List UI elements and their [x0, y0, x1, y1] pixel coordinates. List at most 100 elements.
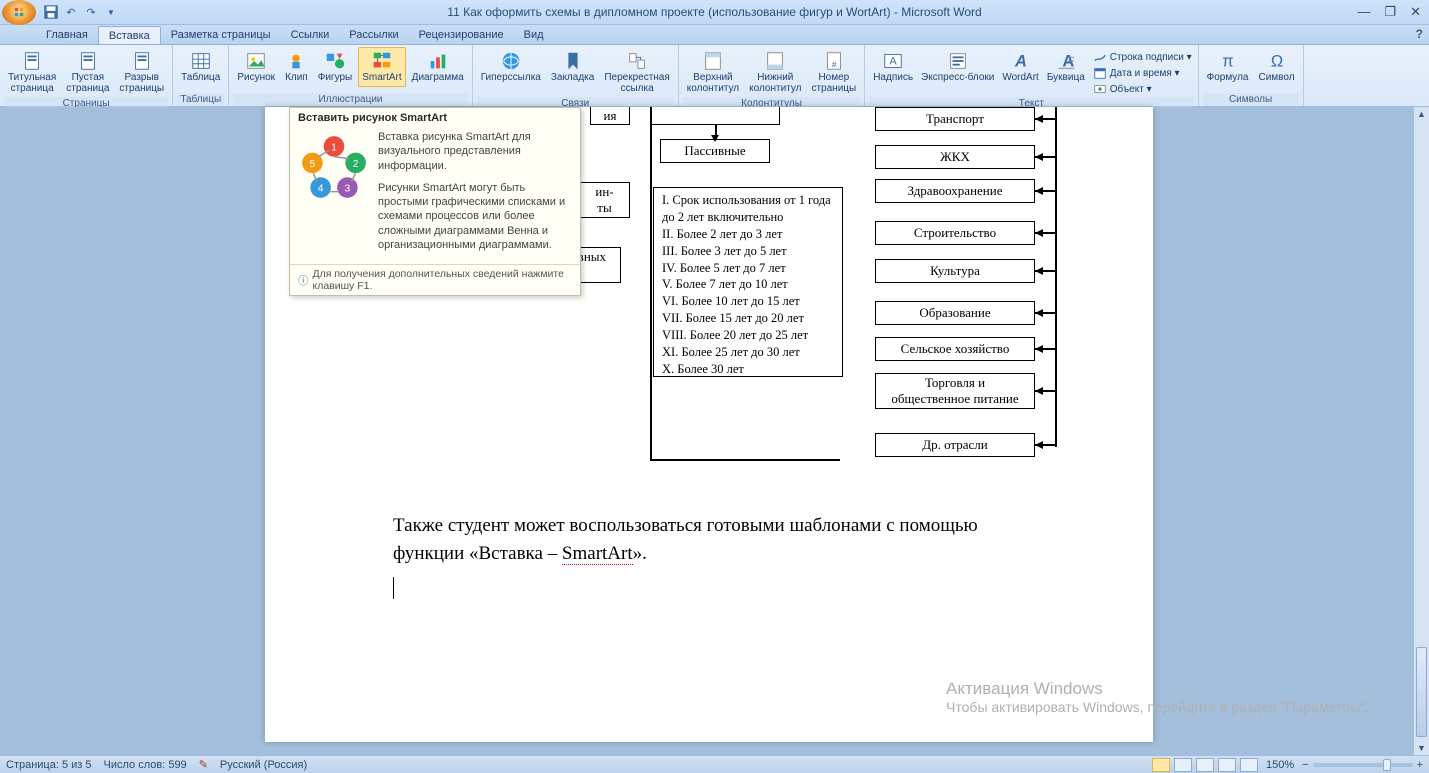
diagram-box: ЖКХ: [875, 145, 1035, 169]
para-wavy: SmartArt: [562, 543, 633, 565]
maximize-button[interactable]: ❐: [1384, 4, 1396, 20]
фигуры-button[interactable]: Фигуры: [314, 47, 356, 87]
button-label: Рисунок: [237, 73, 275, 84]
таблица-button[interactable]: Таблица: [177, 47, 224, 87]
титульная-button[interactable]: Титульнаястраница: [4, 47, 60, 97]
group-pages: Титульнаястраница Пустаястраница Разрывстр…: [0, 45, 173, 106]
quick-icon: [947, 50, 969, 72]
para-end: ».: [633, 543, 647, 564]
diagram-line: [650, 107, 652, 459]
scroll-up-icon[interactable]: ▲: [1414, 107, 1429, 121]
button-label: Символ: [1258, 73, 1294, 84]
закладка-button[interactable]: Закладка: [547, 47, 598, 87]
group-text: AНадписьЭкспресс-блокиAWordArtAБуквица С…: [865, 45, 1198, 106]
пустая-button[interactable]: Пустаястраница: [62, 47, 113, 97]
zoom-slider[interactable]: [1313, 763, 1413, 767]
group-tables: Таблица Таблицы: [173, 45, 229, 106]
button-label: Перекрестнаяссылка: [604, 73, 669, 94]
group-illustrations: Рисунок Клип Фигуры SmartArtДиаграмма Иллюс…: [229, 45, 472, 106]
tab-разметка-страницы[interactable]: Разметка страницы: [161, 26, 281, 44]
title-bar: ↶ ↷ ▼ 11 Как оформить схемы в дипломном …: [0, 0, 1429, 25]
дата-и-время-button[interactable]: Дата и время ▾: [1091, 65, 1194, 81]
shapes-icon: [324, 50, 346, 72]
redo-icon[interactable]: ↷: [82, 3, 100, 21]
close-button[interactable]: ✕: [1410, 4, 1421, 20]
vertical-scrollbar[interactable]: ▲ ▼: [1413, 107, 1429, 755]
diagram-box: Сельское хозяйство: [875, 337, 1035, 361]
dropcap-icon: A: [1055, 50, 1077, 72]
wordart-button[interactable]: AWordArt: [998, 47, 1043, 87]
tab-ссылки[interactable]: Ссылки: [281, 26, 340, 44]
верхний-button[interactable]: Верхнийколонтитул: [683, 47, 743, 97]
smartart-button[interactable]: SmartArt: [358, 47, 405, 87]
status-language[interactable]: Русский (Россия): [220, 759, 307, 771]
view-web[interactable]: [1196, 758, 1214, 772]
proofing-icon[interactable]: ✎: [199, 758, 208, 771]
scroll-thumb[interactable]: [1416, 647, 1427, 737]
svg-text:5: 5: [310, 159, 316, 170]
button-label: Фигуры: [318, 73, 352, 84]
button-label: Номерстраницы: [811, 73, 856, 94]
tab-рассылки[interactable]: Рассылки: [339, 26, 408, 44]
рисунок-button[interactable]: Рисунок: [233, 47, 279, 87]
group-symbols: πФормулаΩСимвол Символы: [1199, 45, 1304, 106]
link-icon: [500, 50, 522, 72]
arrow-left-icon: [1035, 115, 1043, 123]
клип-button[interactable]: Клип: [281, 47, 312, 87]
номер-button[interactable]: #Номерстраницы: [807, 47, 860, 97]
status-page[interactable]: Страница: 5 из 5: [6, 759, 92, 771]
button-label: Пустаястраница: [66, 73, 109, 94]
формула-button[interactable]: πФормула: [1203, 47, 1253, 87]
view-draft[interactable]: [1240, 758, 1258, 772]
view-print-layout[interactable]: [1152, 758, 1170, 772]
diagram-box: ия: [590, 107, 630, 125]
diagram-line: [650, 459, 840, 461]
office-button[interactable]: [2, 0, 36, 25]
undo-icon[interactable]: ↶: [62, 3, 80, 21]
save-icon[interactable]: [42, 3, 60, 21]
символ-button[interactable]: ΩСимвол: [1254, 47, 1298, 87]
объект-button[interactable]: Объект ▾: [1091, 81, 1194, 97]
group-links: ГиперссылкаЗакладкаПерекрестнаяссылка Св…: [473, 45, 679, 106]
гиперссылка-button[interactable]: Гиперссылка: [477, 47, 545, 87]
view-outline[interactable]: [1218, 758, 1236, 772]
zoom-out-button[interactable]: −: [1302, 759, 1308, 771]
буквица-button[interactable]: AБуквица: [1043, 47, 1089, 87]
qat-dropdown-icon[interactable]: ▼: [102, 3, 120, 21]
нижний-button[interactable]: Нижнийколонтитул: [745, 47, 805, 97]
document-area: ияин-тыПрочие объекты основныхсредствПас…: [0, 107, 1429, 755]
tab-вид[interactable]: Вид: [514, 26, 554, 44]
group-label: Иллюстрации: [233, 93, 467, 106]
view-full-reading[interactable]: [1174, 758, 1192, 772]
button-label: Буквица: [1047, 73, 1085, 84]
zoom-in-button[interactable]: +: [1417, 759, 1423, 771]
svg-text:π: π: [1222, 53, 1233, 71]
диаграмма-button[interactable]: Диаграмма: [408, 47, 468, 87]
надпись-button[interactable]: AНадпись: [869, 47, 917, 87]
help-icon[interactable]: ?: [1416, 27, 1423, 41]
diagram-box: Здравоохранение: [875, 179, 1035, 203]
zoom-slider-thumb[interactable]: [1383, 759, 1391, 771]
diagram-box: Строительство: [875, 221, 1035, 245]
tab-вставка[interactable]: Вставка: [98, 26, 161, 44]
para-text: Также студент может воспользоваться гото…: [393, 515, 978, 564]
minimize-button[interactable]: —: [1357, 4, 1370, 20]
разрыв-button[interactable]: Разрывстраницы: [115, 47, 168, 97]
arrow-left-icon: [1035, 187, 1043, 195]
svg-text:1: 1: [331, 143, 337, 154]
tab-главная[interactable]: Главная: [36, 26, 98, 44]
diagram-box: Торговля иобщественное питание: [875, 373, 1035, 409]
zoom-level[interactable]: 150%: [1266, 759, 1294, 771]
smart-icon: [371, 50, 393, 72]
tab-рецензирование[interactable]: Рецензирование: [409, 26, 514, 44]
diagram-box: Пассивные: [660, 139, 770, 163]
scroll-down-icon[interactable]: ▼: [1414, 741, 1429, 755]
перекрестная-button[interactable]: Перекрестнаяссылка: [600, 47, 673, 97]
экспресс-блоки-button[interactable]: Экспресс-блоки: [917, 47, 998, 87]
clip-icon: [285, 50, 307, 72]
status-words[interactable]: Число слов: 599: [104, 759, 187, 771]
tooltip-p2: Рисунки SmartArt могут быть простыми гра…: [378, 181, 572, 252]
tooltip-p1: Вставка рисунка SmartArt для визуального…: [378, 130, 572, 173]
строка-подписи-button[interactable]: Строка подписи ▾: [1091, 49, 1194, 65]
mini-label: Строка подписи ▾: [1110, 52, 1192, 63]
